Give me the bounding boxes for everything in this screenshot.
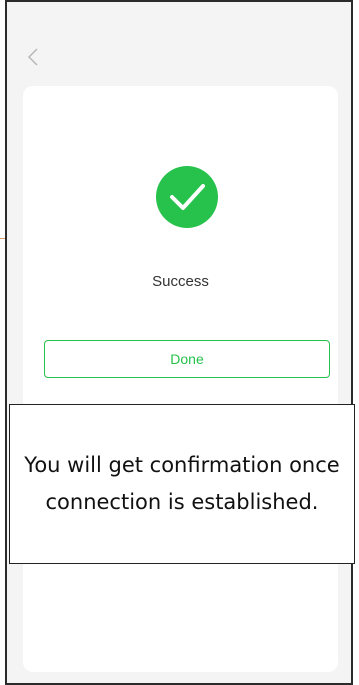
result-card: Success Done — [23, 86, 338, 672]
back-button[interactable] — [23, 44, 43, 70]
status-text: Success — [152, 273, 209, 290]
phone-screen: Success Done — [5, 0, 353, 685]
chevron-left-icon — [28, 48, 38, 66]
check-circle-icon — [156, 166, 218, 228]
done-button[interactable]: Done — [44, 340, 330, 378]
confirmation-note: You will get confirmation once connectio… — [9, 404, 355, 564]
